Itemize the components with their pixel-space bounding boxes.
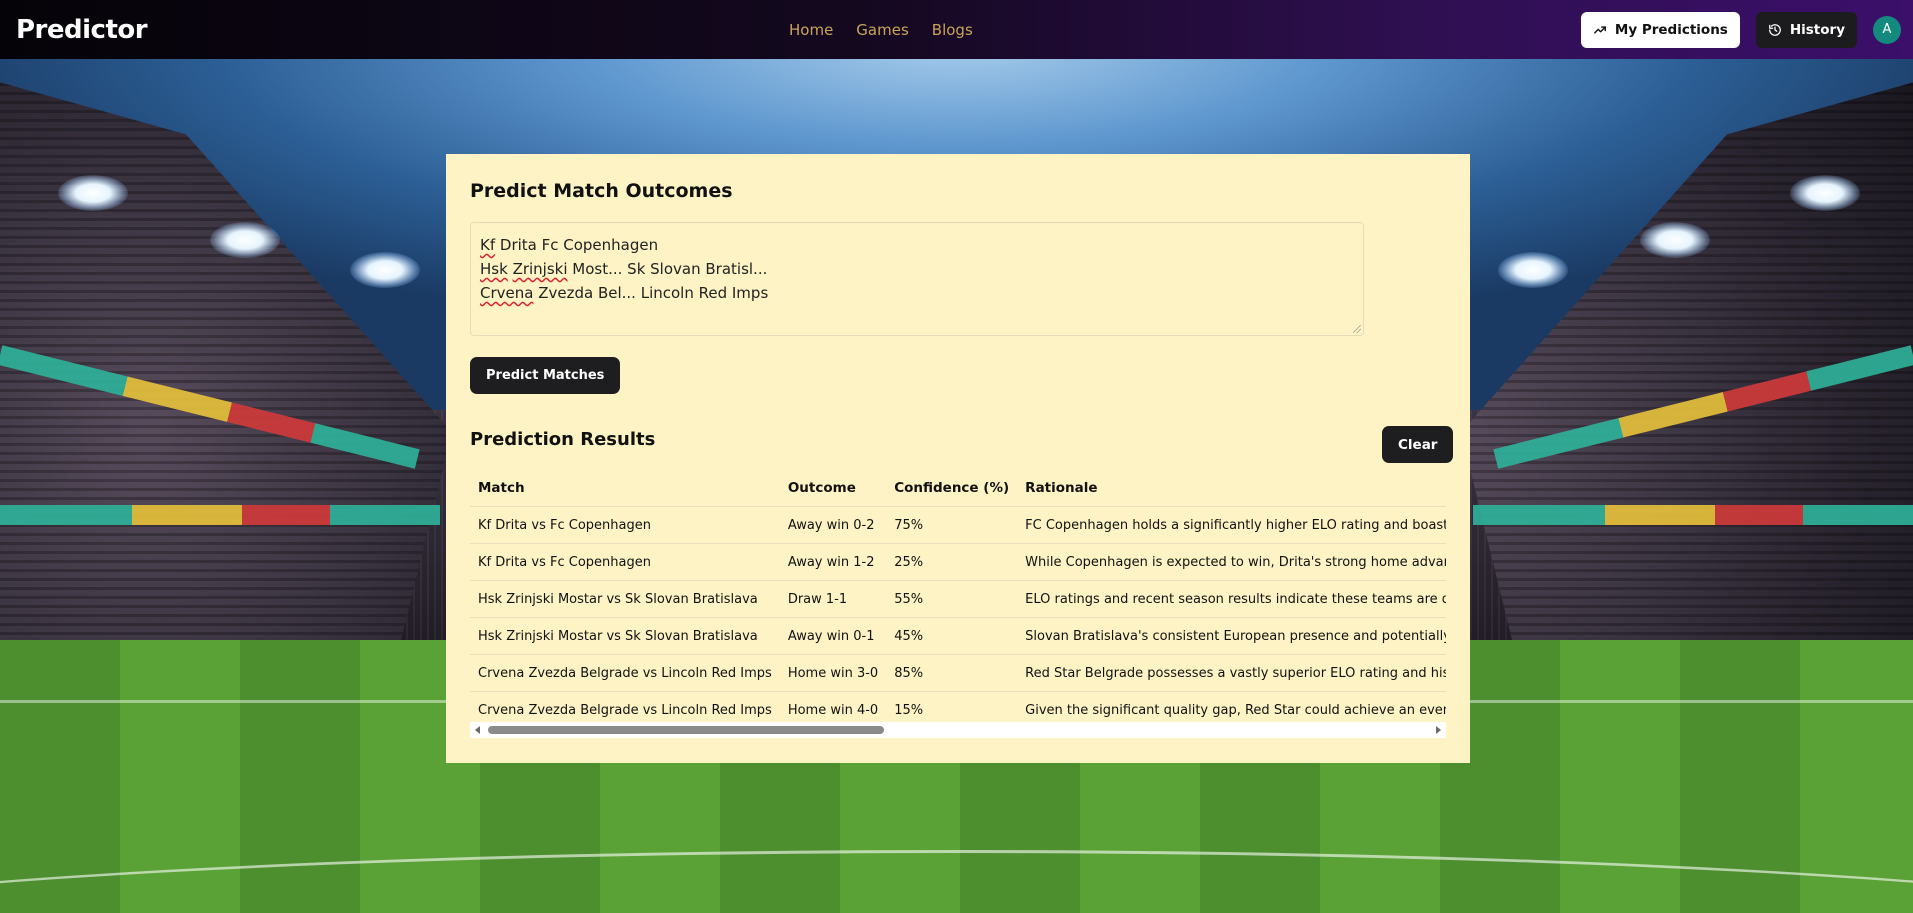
floodlight [1640,222,1710,258]
my-predictions-label: My Predictions [1614,21,1728,38]
floodlight [350,252,420,288]
cell-outcome: Home win 3-0 [779,654,887,692]
banner-lower-left [0,505,440,525]
floodlight [1790,175,1860,211]
resize-handle[interactable] [1353,325,1361,333]
history-icon [1768,23,1781,36]
history-button[interactable]: History [1755,11,1857,48]
trending-up-icon [1593,25,1606,34]
cell-match: Crvena Zvezda Belgrade vs Lincoln Red Im… [470,654,780,692]
nav-links: Home Games Blogs [789,0,973,59]
results-table-container: Match Outcome Confidence (%) Rationale K… [470,469,1446,729]
cell-confidence: 55% [886,580,1018,618]
predict-card: Predict Match Outcomes Kf Drita Fc Copen… [446,154,1470,763]
predict-matches-button[interactable]: Predict Matches [470,357,621,394]
table-row: Hsk Zrinjski Mostar vs Sk Slovan Bratisl… [470,580,1446,618]
table-row: Crvena Zvezda Belgrade vs Lincoln Red Im… [470,654,1446,692]
scroll-thumb[interactable] [488,726,884,734]
banner-lower-right [1473,505,1913,525]
nav-link-blogs[interactable]: Blogs [932,21,973,39]
table-row: Hsk Zrinjski Mostar vs Sk Slovan Bratisl… [470,617,1446,655]
cell-rationale: Slovan Bratislava's consistent European … [1017,617,1446,655]
cell-match: Kf Drita vs Fc Copenhagen [470,543,780,581]
input-line: Kf Drita Fc Copenhagen [480,236,659,254]
clear-button[interactable]: Clear [1382,426,1454,463]
results-table: Match Outcome Confidence (%) Rationale K… [470,469,1446,729]
input-line: Crvena Zvezda Bel... Lincoln Red Imps [480,284,769,302]
input-line: Hsk Zrinjski Most... Sk Slovan Bratisl..… [480,260,768,278]
avatar[interactable]: A [1873,15,1901,44]
floodlight [1498,252,1568,288]
cell-outcome: Draw 1-1 [779,580,887,618]
cell-outcome: Away win 0-1 [779,617,887,655]
table-header-row: Match Outcome Confidence (%) Rationale [470,469,1446,507]
nav-link-games[interactable]: Games [856,21,908,39]
cell-outcome: Away win 0-2 [779,506,887,544]
cell-rationale: While Copenhagen is expected to win, Dri… [1017,543,1446,581]
table-row: Kf Drita vs Fc Copenhagen Away win 1-2 25%… [470,543,1446,581]
history-label: History [1789,21,1845,38]
cell-confidence: 75% [886,506,1018,544]
table-row: Kf Drita vs Fc Copenhagen Away win 0-2 75%… [470,506,1446,544]
cell-match: Hsk Zrinjski Mostar vs Sk Slovan Bratisl… [470,580,780,618]
cell-rationale: ELO ratings and recent season results in… [1017,580,1446,618]
header-rationale: Rationale [1017,469,1446,507]
my-predictions-button[interactable]: My Predictions [1580,11,1740,48]
predict-title: Predict Match Outcomes [470,180,733,202]
horizontal-scrollbar[interactable] [470,722,1446,738]
cell-match: Kf Drita vs Fc Copenhagen [470,506,780,544]
header-outcome: Outcome [779,469,887,507]
cell-rationale: FC Copenhagen holds a significantly high… [1017,506,1446,544]
navbar: Predictor Home Games Blogs My Prediction… [0,0,1913,59]
floodlight [58,175,128,211]
scroll-right-arrow-icon[interactable] [1436,726,1441,734]
header-confidence: Confidence (%) [886,469,1018,507]
brand-logo[interactable]: Predictor [16,15,148,45]
nav-link-home[interactable]: Home [789,21,833,39]
scroll-left-arrow-icon[interactable] [475,726,480,734]
cell-confidence: 45% [886,617,1018,655]
cell-match: Hsk Zrinjski Mostar vs Sk Slovan Bratisl… [470,617,780,655]
cell-rationale: Red Star Belgrade possesses a vastly sup… [1017,654,1446,692]
cell-confidence: 25% [886,543,1018,581]
cell-outcome: Away win 1-2 [779,543,887,581]
matches-textarea[interactable]: Kf Drita Fc Copenhagen Hsk Zrinjski Most… [470,222,1364,336]
cell-confidence: 85% [886,654,1018,692]
nav-actions: My Predictions History A [1580,0,1901,59]
floodlight [210,222,280,258]
header-match: Match [470,469,780,507]
results-title: Prediction Results [470,429,656,450]
